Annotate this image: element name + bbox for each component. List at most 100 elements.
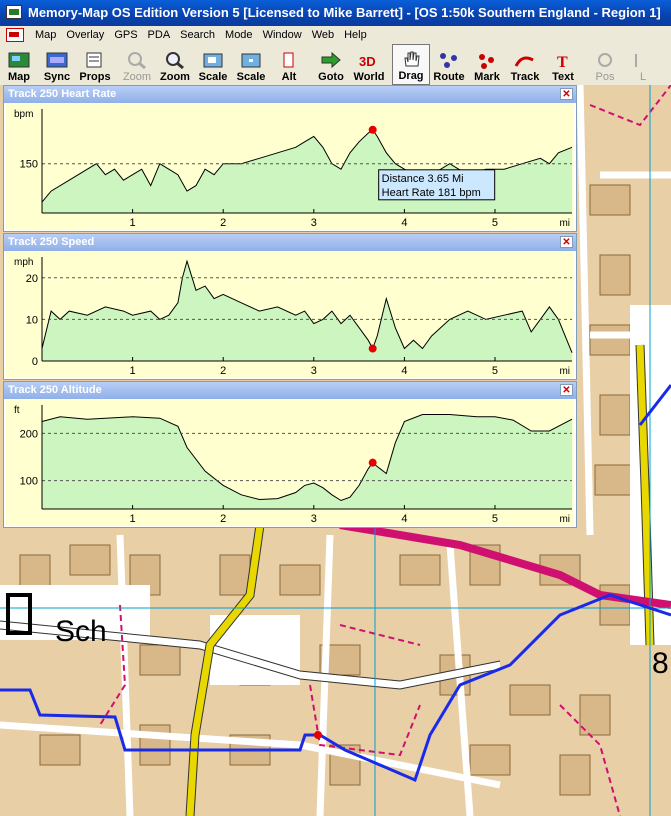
- track-icon: [514, 56, 534, 67]
- toolbar-button-label: Zoom: [160, 71, 190, 83]
- y-tick-label: 200: [20, 428, 38, 440]
- menu-mode[interactable]: Mode: [220, 29, 258, 41]
- map-label-sch: Sch: [55, 615, 107, 648]
- y-tick-label: 150: [20, 159, 38, 171]
- svg-text:T: T: [557, 54, 568, 69]
- track-position-marker[interactable]: [314, 731, 322, 739]
- toolbar-button-label: Sync: [43, 71, 71, 83]
- x-tick-label: 3: [311, 513, 317, 525]
- position-marker: [368, 344, 377, 353]
- y-tick-label: 10: [26, 314, 38, 326]
- toolbar-zoom-button[interactable]: Zoom: [118, 44, 156, 85]
- toolbar-button-label: Pos: [595, 71, 615, 83]
- toolbar-button-label: Goto: [318, 71, 344, 83]
- toolbar-zoom-button[interactable]: Zoom: [156, 44, 194, 85]
- toolbar-button-label: World: [353, 71, 385, 83]
- toolbar-l-button[interactable]: L: [624, 44, 662, 85]
- panel-title: Track 250 Speed ✕: [4, 234, 576, 251]
- alt-icon: [283, 52, 294, 68]
- chart-svg: 20 10 0 mph 1 2 3 4 5 mi: [14, 257, 573, 377]
- chart-plot-area[interactable]: 20 10 0 mph 1 2 3 4 5 mi: [6, 251, 574, 378]
- x-tick-label: 4: [401, 365, 407, 377]
- menu-gps[interactable]: GPS: [109, 29, 142, 41]
- chart-panel-3[interactable]: Track 250 Altitude ✕ 200 100 ft 1 2 3 4 5 mi: [3, 381, 577, 528]
- y-tick-label: 100: [20, 476, 38, 488]
- x-tick-label: 4: [401, 217, 407, 229]
- close-icon[interactable]: ✕: [560, 384, 573, 396]
- x-tick-label: 4: [401, 513, 407, 525]
- toolbar-scale-button[interactable]: Scale: [194, 44, 232, 85]
- y-unit-label: mph: [14, 257, 33, 268]
- panel-title: Track 250 Heart Rate ✕: [4, 86, 576, 103]
- menu-pda[interactable]: PDA: [143, 29, 176, 41]
- toolbar-text-button[interactable]: T Text: [544, 44, 582, 85]
- window-titlebar: Memory-Map OS Edition Version 5 [License…: [0, 0, 671, 26]
- y-unit-label: bpm: [14, 109, 33, 120]
- scale-down-icon: [241, 53, 261, 68]
- y-tick-label: 20: [26, 273, 38, 285]
- x-tick-label: 2: [220, 217, 226, 229]
- toolbar-drag-button[interactable]: Drag: [392, 44, 430, 85]
- chart-panel-2[interactable]: Track 250 Speed ✕ 20 10 0 mph 1 2 3 4 5 mi: [3, 233, 577, 380]
- toolbar-button-label: Scale: [198, 71, 228, 83]
- toolbar-pos-button[interactable]: Pos: [586, 44, 624, 85]
- menu-window[interactable]: Window: [258, 29, 307, 41]
- toolbar-button-label: Route: [433, 71, 465, 83]
- x-tick-label: 2: [220, 365, 226, 377]
- position-marker: [368, 125, 377, 134]
- toolbar-track-button[interactable]: Track: [506, 44, 544, 85]
- x-tick-label: 3: [311, 365, 317, 377]
- chart-svg: 150 bpm 1 2 3 4 5 mi Distance 3.65 Mi Heart Rate …: [14, 109, 573, 229]
- toolbar-button-label: Scale: [236, 71, 266, 83]
- menu-overlay[interactable]: Overlay: [61, 29, 109, 41]
- toolbar-button-label: Mark: [474, 71, 500, 83]
- menu-map[interactable]: Map: [30, 29, 61, 41]
- x-tick-label: 1: [130, 365, 136, 377]
- panel-title-text: Track 250 Speed: [8, 236, 95, 248]
- toolbar-goto-button[interactable]: Goto: [312, 44, 350, 85]
- hand-icon: [404, 51, 420, 67]
- toolbar-alt-button[interactable]: Alt: [270, 44, 308, 85]
- tooltip-value: Heart Rate 181 bpm: [382, 187, 481, 199]
- x-tick-label: 5: [492, 365, 498, 377]
- zoom-out-icon: [166, 52, 184, 69]
- toolbar-button-label: Alt: [281, 71, 297, 83]
- chart-plot-area[interactable]: 200 100 ft 1 2 3 4 5 mi: [6, 399, 574, 526]
- x-tick-label: 3: [311, 217, 317, 229]
- toolbar-props-button[interactable]: Props: [76, 44, 114, 85]
- x-tick-label: 1: [130, 217, 136, 229]
- sync-icon: [46, 52, 68, 68]
- y-tick-label: 0: [32, 356, 38, 368]
- chart-panel-1[interactable]: Track 250 Heart Rate ✕ 150 bpm 1 2 3 4 5 mi Distan…: [3, 85, 577, 232]
- toolbar-map-button[interactable]: Map: [0, 44, 38, 85]
- 3d-world-icon: 3D: [359, 54, 376, 69]
- menu-search[interactable]: Search: [175, 29, 220, 41]
- x-unit-label: mi: [559, 366, 570, 377]
- props-icon: [86, 52, 102, 68]
- x-unit-label: mi: [559, 514, 570, 525]
- toolbar-sync-button[interactable]: Sync: [38, 44, 76, 85]
- y-unit-label: ft: [14, 405, 20, 416]
- app-icon: [6, 5, 22, 19]
- toolbar-mark-button[interactable]: Mark: [468, 44, 506, 85]
- tooltip-distance: Distance 3.65 Mi: [382, 173, 464, 185]
- menu-web[interactable]: Web: [307, 29, 339, 41]
- series-area: [42, 414, 572, 509]
- map-label-number: 8: [652, 647, 669, 680]
- chart-plot-area[interactable]: 150 bpm 1 2 3 4 5 mi Distance 3.65 Mi Heart Rate …: [6, 103, 574, 230]
- toolbar-button-label: L: [639, 71, 647, 83]
- memory-map-logo-icon[interactable]: [6, 28, 24, 42]
- close-icon[interactable]: ✕: [560, 236, 573, 248]
- toolbar-scale-button[interactable]: Scale: [232, 44, 270, 85]
- toolbar-button-label: Text: [552, 71, 574, 83]
- toolbar-route-button[interactable]: Route: [430, 44, 468, 85]
- menu-help[interactable]: Help: [339, 29, 372, 41]
- window-title: Memory-Map OS Edition Version 5 [License…: [28, 5, 661, 20]
- pos-icon: [598, 53, 612, 67]
- svg-text:3D: 3D: [359, 54, 376, 69]
- toolbar-world-button[interactable]: 3D World: [350, 44, 388, 85]
- close-icon[interactable]: ✕: [560, 88, 573, 100]
- toolbar-button-label: Drag: [398, 70, 424, 82]
- x-tick-label: 2: [220, 513, 226, 525]
- scale-up-icon: [203, 53, 223, 68]
